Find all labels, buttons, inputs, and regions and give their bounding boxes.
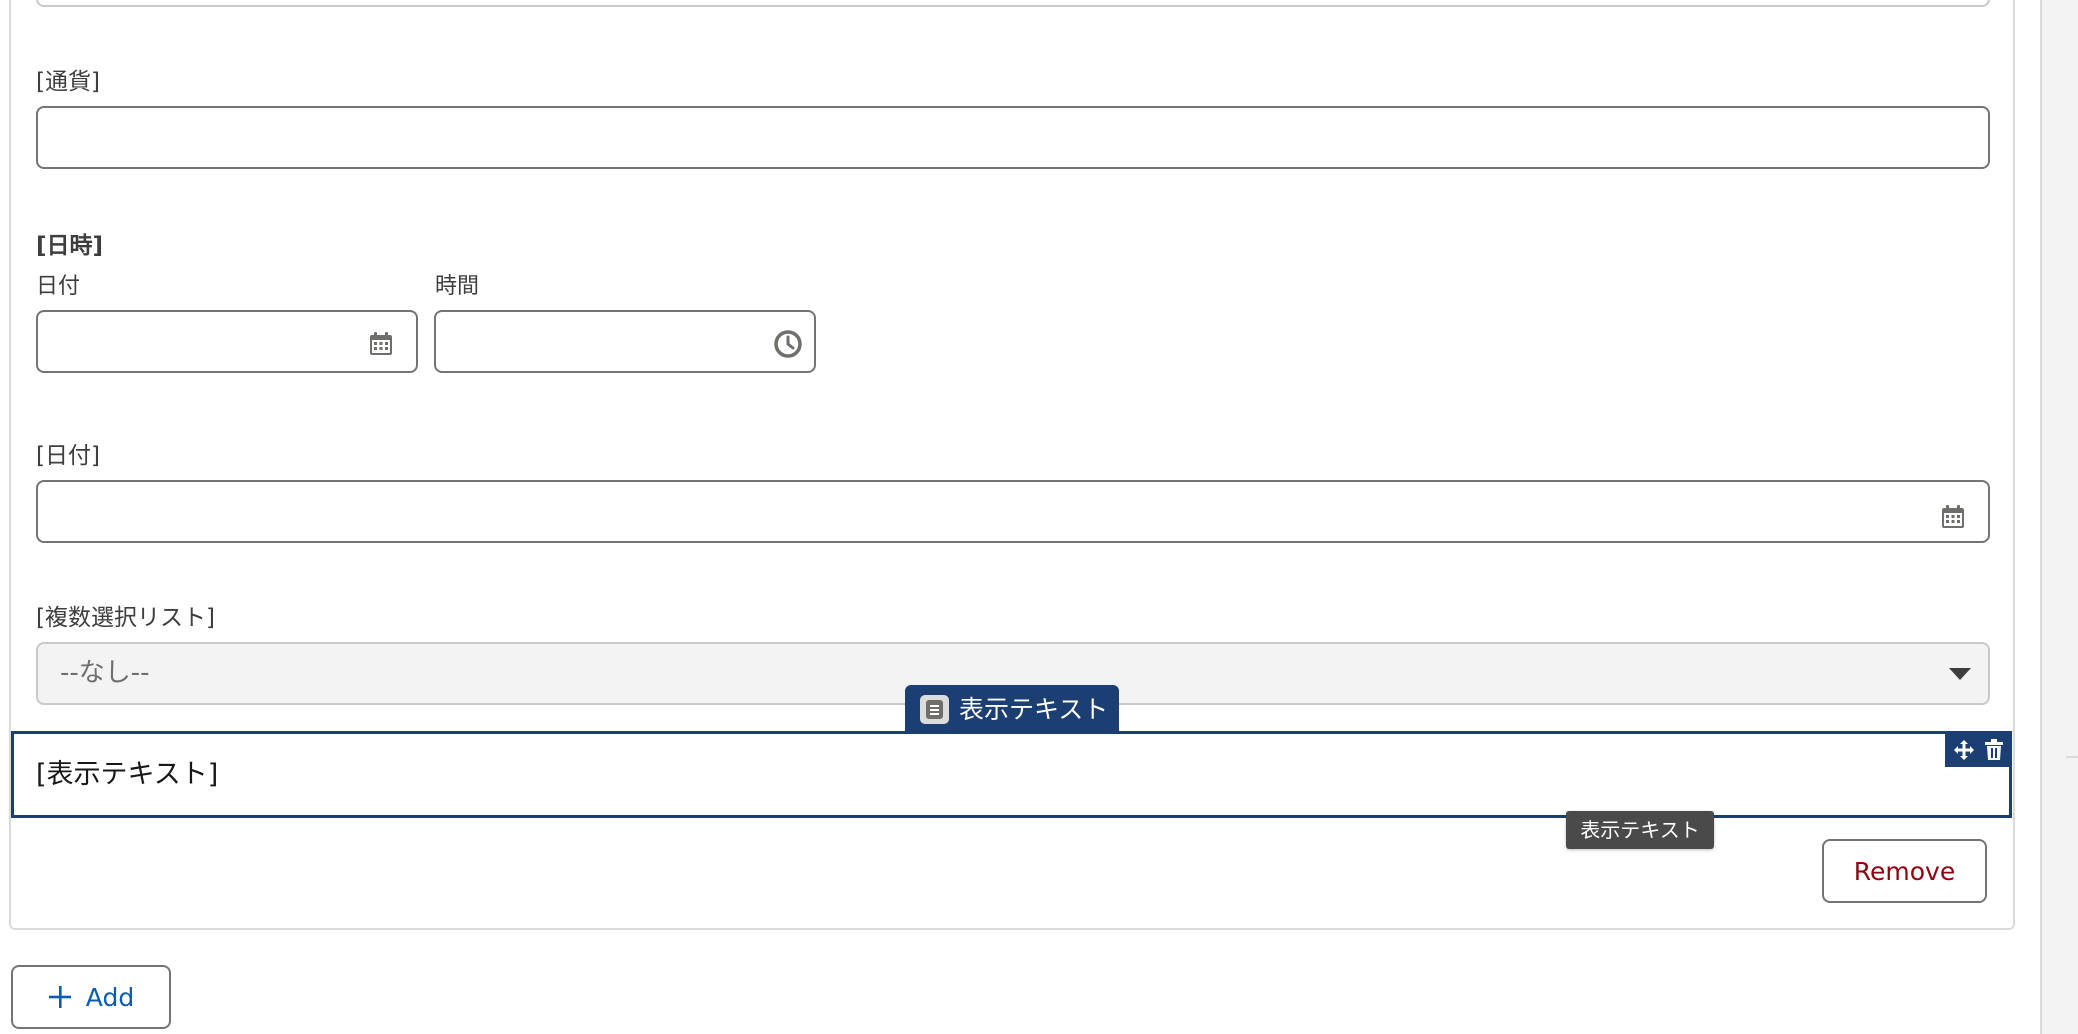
component-tooltip: 表示テキスト (1566, 811, 1714, 849)
right-scroll-gutter (2040, 0, 2078, 1034)
datetime-label: [日時] (36, 233, 104, 259)
currency-input[interactable] (36, 106, 1990, 169)
add-button[interactable]: Add (11, 965, 171, 1029)
component-type-badge: 表示テキスト (905, 685, 1119, 734)
component-type-label: 表示テキスト (959, 694, 1109, 724)
calendar-icon[interactable] (1938, 502, 1968, 532)
datetime-time-input[interactable] (434, 310, 816, 373)
calendar-icon[interactable] (366, 329, 396, 359)
caret-down-icon[interactable] (1947, 666, 1973, 682)
multiselect-selected-value: --なし-- (60, 658, 150, 688)
date-label: [日付] (36, 443, 100, 469)
multiselect-label: [複数選択リスト] (36, 605, 215, 631)
display-text-content: [表示テキスト] (36, 759, 219, 790)
add-button-label: Add (85, 982, 135, 1012)
right-divider (2066, 756, 2078, 758)
date-sublabel: 日付 (36, 274, 81, 299)
remove-button[interactable]: Remove (1822, 839, 1987, 903)
date-input[interactable] (36, 480, 1990, 543)
component-toolbar (1945, 732, 2012, 767)
clock-icon[interactable] (772, 328, 804, 360)
currency-label: [通貨] (36, 69, 100, 95)
move-icon[interactable] (1953, 739, 1975, 761)
display-text-component[interactable] (11, 731, 2012, 818)
previous-field-input[interactable] (36, 0, 1990, 7)
document-icon (920, 695, 949, 724)
datetime-date-input[interactable] (36, 310, 418, 373)
trash-icon[interactable] (1984, 738, 2004, 761)
time-sublabel: 時間 (435, 274, 480, 299)
plus-icon (48, 985, 72, 1009)
